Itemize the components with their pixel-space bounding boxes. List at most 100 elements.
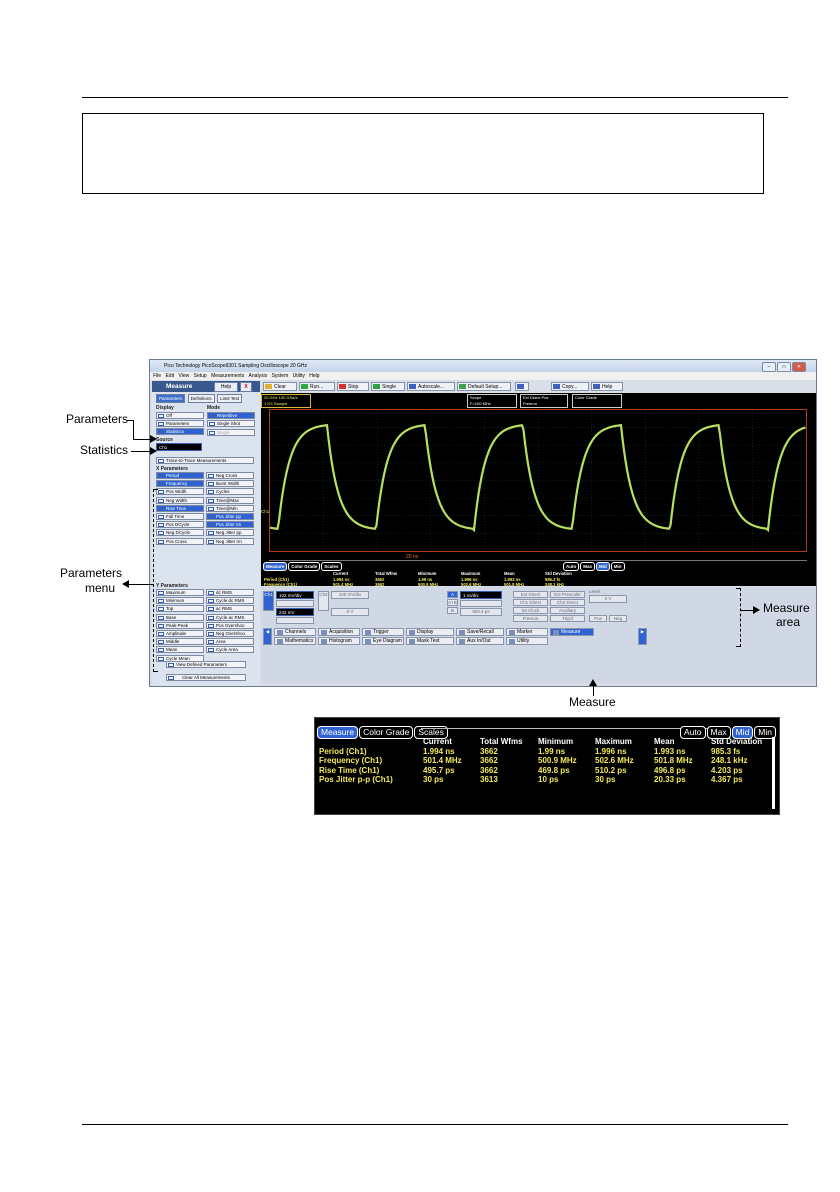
source-select[interactable]: Ch1 (156, 443, 202, 451)
a-button[interactable]: A (447, 591, 458, 598)
param-button[interactable]: Cycle ac RMS (206, 613, 254, 621)
menu-system[interactable]: System (272, 372, 289, 380)
color-grade-tab[interactable]: Color Grade (288, 562, 321, 571)
measure-tab[interactable]: Measure (263, 562, 288, 571)
neg-slope-button[interactable]: Neg (609, 615, 627, 622)
nav-tab[interactable]: Measure (550, 628, 594, 636)
param-button[interactable]: Cycles (206, 488, 254, 496)
param-button[interactable]: Mean (156, 646, 204, 654)
param-button[interactable]: Pos Jitter pp (206, 513, 254, 520)
mode-single-button[interactable]: Single (207, 429, 255, 436)
nav-tab[interactable]: Trigger (362, 628, 404, 636)
timebase-stepper[interactable] (460, 600, 502, 607)
trig-ch1-direct[interactable]: Ch1 Direct (513, 599, 548, 606)
param-button[interactable]: Time@Max (206, 496, 254, 504)
clear-button[interactable]: Clear (263, 382, 297, 391)
param-button[interactable]: Cycle Area (206, 646, 254, 654)
undo-button[interactable] (515, 382, 529, 391)
max-tab[interactable]: Max (580, 562, 596, 571)
auto-tab[interactable]: Auto (563, 562, 580, 571)
tab-definitions[interactable]: Definitions (187, 394, 215, 403)
param-button[interactable]: Cycle dc RMS (206, 597, 254, 605)
menu-file[interactable]: File (153, 372, 161, 380)
nav-tab[interactable]: Histogram (318, 637, 360, 645)
tab-limit-test[interactable]: Limit Test (217, 394, 242, 403)
panel-close-button[interactable]: X (240, 382, 252, 392)
param-button[interactable]: Period (156, 472, 204, 479)
close-button[interactable]: ✕ (792, 362, 806, 372)
param-button[interactable]: Pos DCycle (156, 521, 204, 529)
timebase-scale[interactable]: 1 ns/div (460, 591, 502, 599)
param-button[interactable]: ac RMS (206, 605, 254, 613)
nav-forward-arrow[interactable]: ▶ (638, 628, 647, 645)
ch2-offset[interactable]: 0 V (331, 608, 369, 616)
trig-int-clock[interactable]: Int Clock (513, 607, 548, 614)
param-button[interactable]: Pos Jitter rm (206, 521, 254, 529)
trig-ch2-direct[interactable]: Ch2 Direct (550, 599, 585, 606)
nav-back-arrow[interactable]: ◀ (263, 628, 272, 645)
timebase-position[interactable]: 983.4 ps (460, 608, 502, 616)
nav-tab[interactable]: Acquisition (318, 628, 360, 636)
ch1-offset[interactable]: 242 mV (276, 608, 314, 616)
param-button[interactable]: Fall Time (156, 513, 204, 520)
param-button[interactable]: Neg DCycle (156, 529, 204, 537)
param-button[interactable]: Area (206, 638, 254, 646)
help-button[interactable]: Help (591, 382, 623, 391)
ch2-toggle[interactable]: Ch2 (318, 591, 329, 611)
copy-button[interactable]: Copy... (551, 382, 589, 391)
display-off-button[interactable]: Off (156, 412, 204, 419)
trace-to-trace-button[interactable]: Trace-to-Trace Measurements (156, 457, 254, 464)
param-button[interactable]: Minimum (156, 597, 204, 605)
param-button[interactable]: Neg Jitter rm (206, 537, 254, 545)
ch1-toggle[interactable]: Ch1 (263, 591, 274, 611)
trig-ext-direct[interactable]: Ext Direct (513, 591, 548, 598)
clear-all-measurements-button[interactable]: Clear All Measurements (166, 674, 246, 681)
menu-utility[interactable]: Utility (293, 372, 305, 380)
param-button[interactable]: Neg Width (156, 496, 204, 504)
param-button[interactable]: Top (156, 605, 204, 613)
param-button[interactable]: Peak-Peak (156, 621, 204, 629)
panel-help-button[interactable]: Help (214, 382, 238, 392)
param-button[interactable]: Base (156, 613, 204, 621)
ch1-scale-stepper[interactable] (276, 600, 314, 607)
param-button[interactable]: Neg Jitter pp (206, 529, 254, 537)
nav-tab[interactable]: Marker (506, 628, 548, 636)
param-button[interactable]: Middle (156, 638, 204, 646)
autoscale-button[interactable]: Autoscale... (407, 382, 455, 391)
view-defined-parameters-button[interactable]: View Defined Parameters (166, 661, 246, 668)
mode-single-shot-button[interactable]: Single Shot (207, 420, 255, 427)
min-tab[interactable]: Min (610, 562, 625, 571)
param-button[interactable]: Maximum (156, 589, 204, 596)
trig-trigd[interactable]: Trig'd (550, 615, 585, 622)
nav-tab[interactable]: Aux In/Out (456, 637, 504, 645)
menu-setup[interactable]: Setup (194, 372, 207, 380)
ch1-scale[interactable]: 102 mV/div (276, 591, 314, 599)
pos-slope-button[interactable]: Pos (589, 615, 607, 622)
param-button[interactable]: Time@Min (206, 504, 254, 512)
ch1-offset-stepper[interactable] (276, 617, 314, 624)
nav-tab[interactable]: Display (406, 628, 454, 636)
menu-measurements[interactable]: Measurements (211, 372, 244, 380)
single-button[interactable]: Single (371, 382, 405, 391)
param-button[interactable]: Burst Width (206, 480, 254, 488)
menu-edit[interactable]: Edit (165, 372, 174, 380)
maximize-button[interactable]: □ (777, 362, 791, 372)
nav-tab[interactable]: Save/Recall (456, 628, 504, 636)
b-button[interactable]: B (447, 607, 458, 614)
trig-freerun[interactable]: Freerun (513, 615, 548, 622)
stop-button[interactable]: Stop (337, 382, 369, 391)
scales-tab[interactable]: Scales (321, 562, 342, 571)
zoom-scrollbar[interactable] (772, 737, 775, 809)
nav-tab[interactable]: Eye Diagram (362, 637, 404, 645)
param-button[interactable]: Pos Cross (156, 537, 204, 545)
run-button[interactable]: Run... (299, 382, 335, 391)
menu-help[interactable]: Help (309, 372, 319, 380)
trig-auxiliary[interactable]: Auxiliary (550, 607, 585, 614)
a-plus-b-button[interactable]: A+B (447, 599, 458, 606)
display-parameters-button[interactable]: Parameters (156, 420, 204, 427)
param-button[interactable]: Rise Time (156, 504, 204, 512)
param-button[interactable]: Neg Overshoo (206, 630, 254, 637)
mid-tab[interactable]: Mid (596, 562, 610, 571)
param-button[interactable]: dc RMS (206, 589, 254, 596)
menu-analysis[interactable]: Analysis (249, 372, 268, 380)
